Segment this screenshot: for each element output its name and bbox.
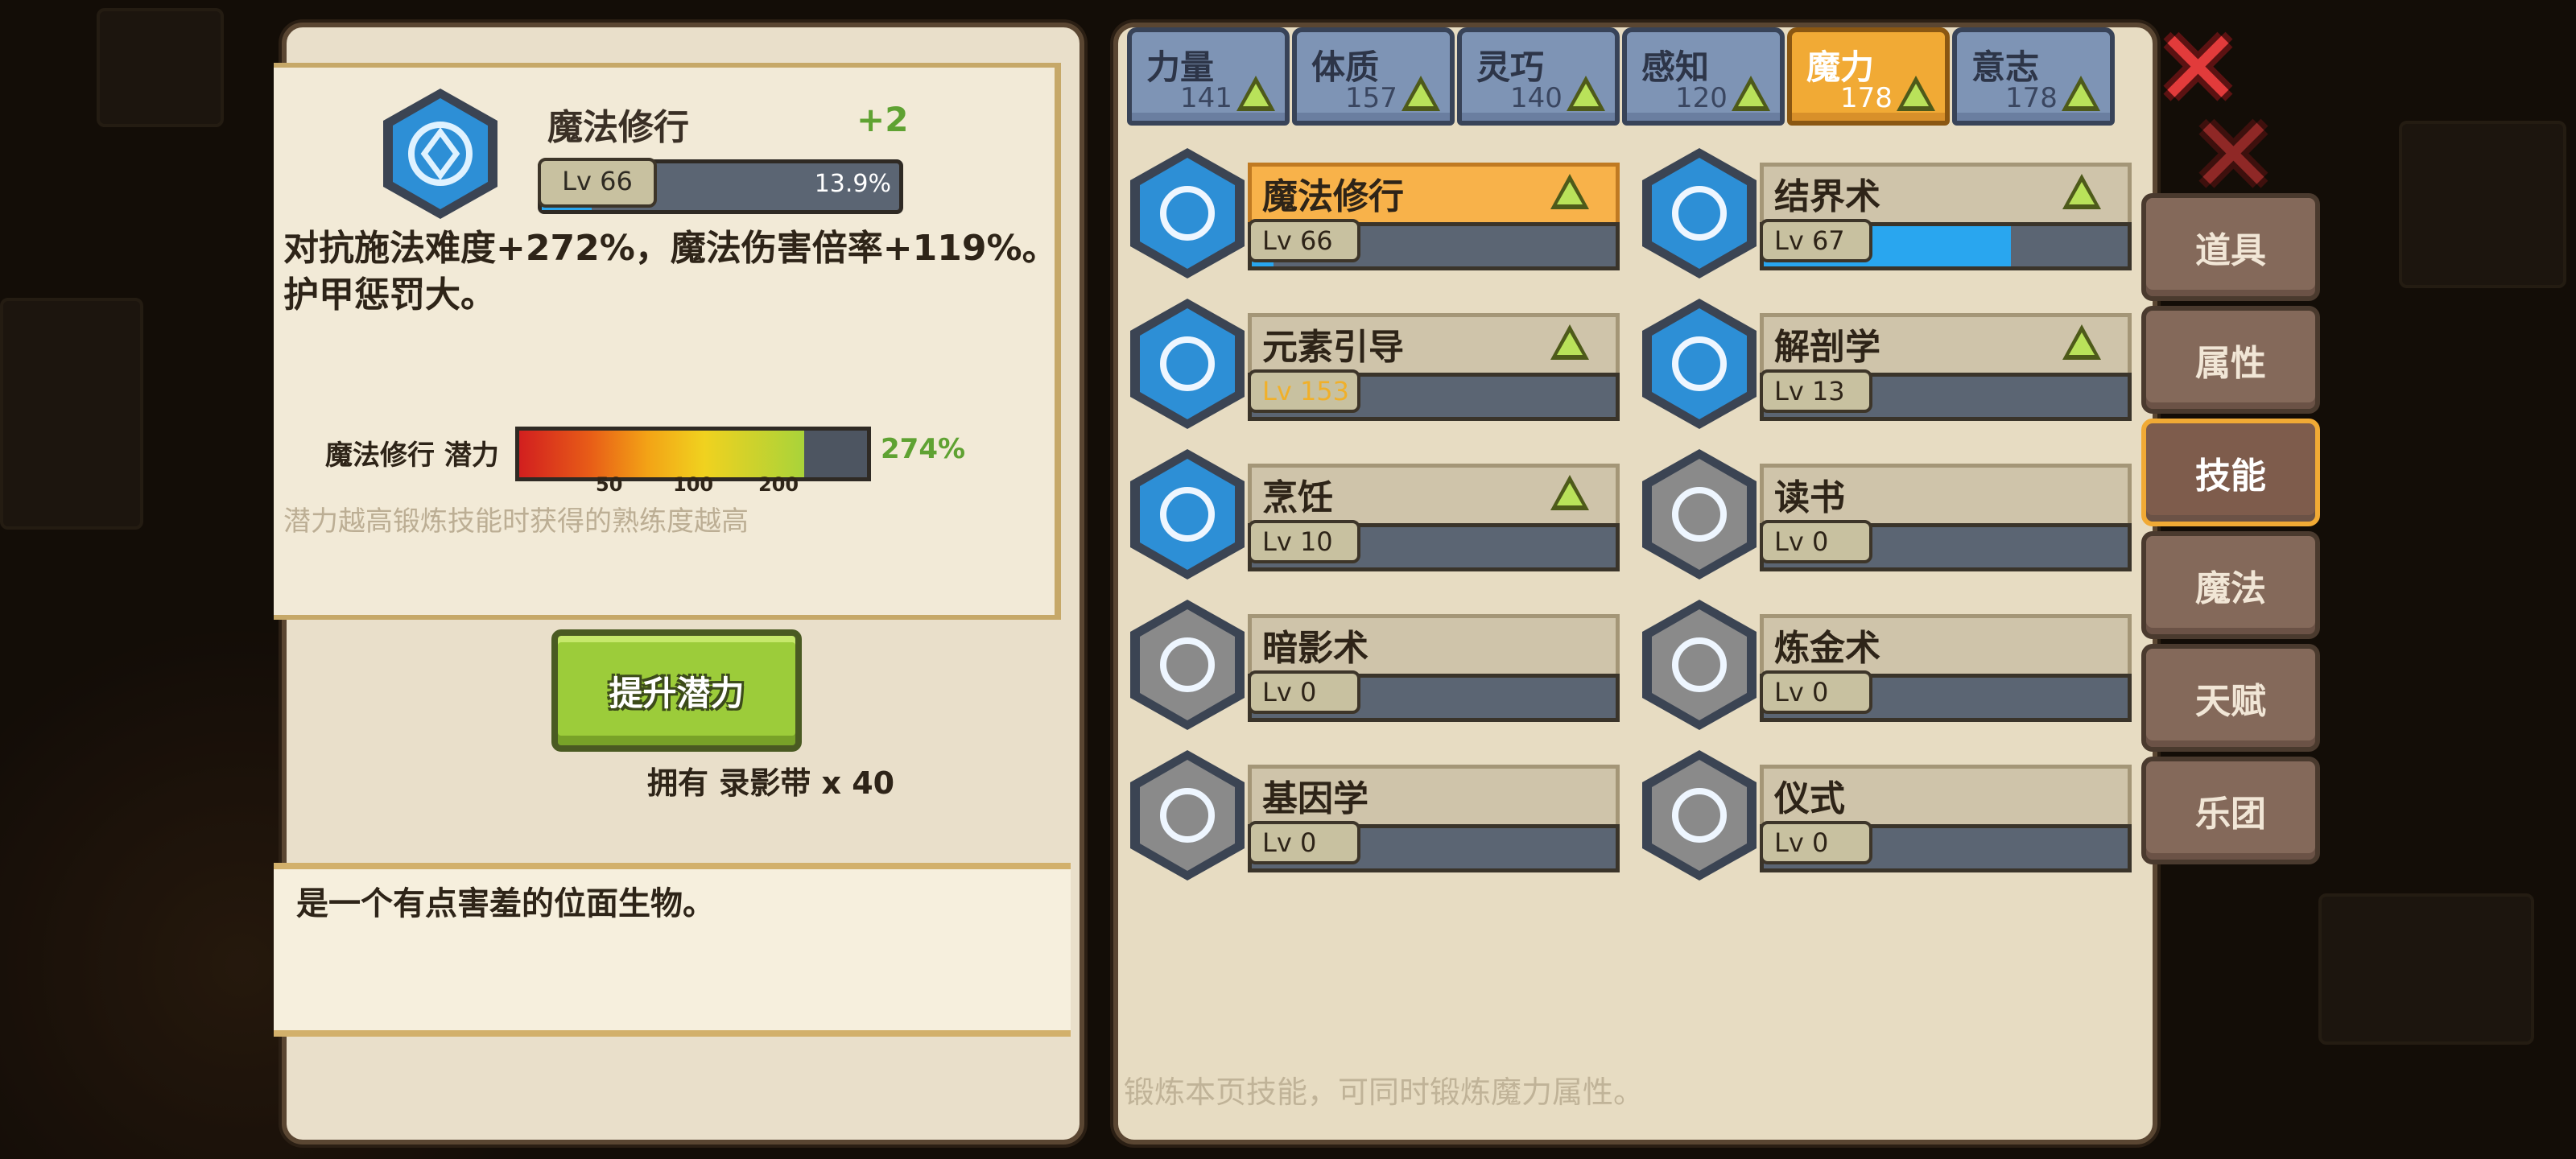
skill-item[interactable]: 烹饪 Lv 10 xyxy=(1127,446,1620,580)
skill-name: 基因学 xyxy=(1262,778,1368,819)
owned-items-count: 拥有 录影带 x 40 xyxy=(647,765,895,801)
flavor-text: 是一个有点害羞的位面生物。 xyxy=(296,885,715,922)
skill-item[interactable]: 暗影术 Lv 0 xyxy=(1127,596,1620,730)
skill-level: Lv 13 xyxy=(1760,369,1872,413)
skill-level: Lv 0 xyxy=(1760,821,1872,864)
alchemy-flask-icon xyxy=(1642,600,1757,730)
skill-name: 烹饪 xyxy=(1262,477,1333,518)
attribute-tabs: 力量 141 体质 157 灵巧 140 感知 120 魔力 178 意志 178 xyxy=(1127,23,2125,127)
skill-name: 读书 xyxy=(1774,477,1845,518)
skill-name: 解剖学 xyxy=(1774,327,1880,368)
level-up-arrow-icon xyxy=(1567,76,1605,111)
cooking-icon xyxy=(1130,449,1245,580)
skill-name: 炼金术 xyxy=(1774,628,1880,669)
potential-tick-50: 50 xyxy=(596,473,623,496)
tab-2[interactable]: 灵巧 140 xyxy=(1457,27,1620,126)
element-guidance-icon xyxy=(1130,299,1245,429)
skill-level: Lv 10 xyxy=(1248,520,1360,563)
skill-item[interactable]: 解剖学 Lv 13 xyxy=(1639,295,2132,429)
skill-level: Lv 0 xyxy=(1760,520,1872,563)
detail-skill-name: 魔法修行 xyxy=(547,107,689,148)
level-up-arrow-icon xyxy=(1550,475,1589,510)
side-menu-5[interactable]: 乐团 xyxy=(2141,757,2320,864)
skill-item[interactable]: 读书 Lv 0 xyxy=(1639,446,2132,580)
level-up-arrow-icon xyxy=(2062,76,2100,111)
potential-tick-200: 200 xyxy=(758,473,799,496)
level-up-arrow-icon xyxy=(1550,174,1589,209)
skill-item[interactable]: 魔法修行 Lv 66 xyxy=(1127,145,1620,278)
side-menu-2[interactable]: 技能 xyxy=(2141,419,2320,526)
skill-name: 结界术 xyxy=(1774,176,1880,217)
skill-name: 元素引导 xyxy=(1262,327,1404,368)
level-up-arrow-icon xyxy=(1732,76,1770,111)
tab-value: 178 xyxy=(2005,82,2058,114)
tab-4[interactable]: 魔力 178 xyxy=(1787,27,1950,126)
skill-level: Lv 66 xyxy=(1248,219,1360,262)
side-menu-0[interactable]: 道具 xyxy=(2141,193,2320,301)
level-up-arrow-icon xyxy=(2062,174,2101,209)
potential-value: 274% xyxy=(881,433,966,465)
tab-value: 120 xyxy=(1675,82,1728,114)
skill-item[interactable]: 炼金术 Lv 0 xyxy=(1639,596,2132,730)
tab-value: 178 xyxy=(1840,82,1893,114)
tab-value: 140 xyxy=(1510,82,1563,114)
skill-name: 魔法修行 xyxy=(1262,176,1404,217)
book-icon xyxy=(1642,449,1757,580)
skill-item[interactable]: 仪式 Lv 0 xyxy=(1639,747,2132,881)
tab-value: 141 xyxy=(1180,82,1232,114)
level-up-arrow-icon xyxy=(1402,76,1440,111)
skill-item[interactable]: 基因学 Lv 0 xyxy=(1127,747,1620,881)
tab-5[interactable]: 意志 178 xyxy=(1952,27,2115,126)
detail-skill-bonus: +2 xyxy=(857,100,909,139)
skill-level: Lv 0 xyxy=(1248,670,1360,714)
skill-item[interactable]: 结界术 Lv 67 xyxy=(1639,145,2132,278)
ritual-candle-icon xyxy=(1642,750,1757,881)
detail-description-1: 对抗施法难度+272%，魔法伤害倍率+119%。 xyxy=(283,228,1058,269)
barrier-icon xyxy=(1642,148,1757,278)
skill-level: Lv 67 xyxy=(1760,219,1872,262)
flavor-text-box: 是一个有点害羞的位面生物。 xyxy=(274,863,1071,1037)
level-up-arrow-icon xyxy=(1236,76,1275,111)
detail-progress-text: 13.9% xyxy=(814,170,891,198)
skill-name: 暗影术 xyxy=(1262,628,1368,669)
tab-3[interactable]: 感知 120 xyxy=(1622,27,1785,126)
tab-value: 157 xyxy=(1345,82,1397,114)
skill-item[interactable]: 元素引导 Lv 153 xyxy=(1127,295,1620,429)
skill-level: Lv 0 xyxy=(1248,821,1360,864)
level-up-arrow-icon xyxy=(2062,324,2101,360)
close-icon-shadow: ✕ xyxy=(2190,94,2277,217)
skill-level: Lv 0 xyxy=(1760,670,1872,714)
shadow-skull-icon xyxy=(1130,600,1245,730)
potential-tick-100: 100 xyxy=(673,473,714,496)
potential-hint: 潜力越高锻炼技能时获得的熟练度越高 xyxy=(283,505,749,538)
level-up-arrow-icon xyxy=(1897,76,1935,111)
magic-training-icon xyxy=(383,89,497,219)
side-menu-3[interactable]: 魔法 xyxy=(2141,531,2320,639)
footer-hint: 锻炼本页技能，可同时锻炼魔力属性。 xyxy=(1124,1074,1645,1110)
level-up-arrow-icon xyxy=(1550,324,1589,360)
detail-level-tag: Lv 66 xyxy=(538,158,657,208)
tab-0[interactable]: 力量 141 xyxy=(1127,27,1290,126)
upgrade-potential-button[interactable]: 提升潜力 xyxy=(551,629,802,752)
tab-1[interactable]: 体质 157 xyxy=(1292,27,1455,126)
side-menu-4[interactable]: 天赋 xyxy=(2141,644,2320,752)
potential-label: 魔法修行 潜力 xyxy=(325,439,499,472)
skill-level: Lv 153 xyxy=(1248,369,1360,413)
skill-name: 仪式 xyxy=(1774,778,1845,819)
gene-icon xyxy=(1130,750,1245,881)
detail-description-2: 护甲惩罚大。 xyxy=(283,274,496,316)
side-menu-1[interactable]: 属性 xyxy=(2141,306,2320,414)
potential-fill xyxy=(519,431,805,477)
skills-grid: 魔法修行 Lv 66 结界术 Lv 67 元素引导 Lv 153 解剖学 Lv 13 烹饪 Lv … xyxy=(1127,145,2141,885)
anatomy-icon xyxy=(1642,299,1757,429)
magic-training-icon xyxy=(1130,148,1245,278)
